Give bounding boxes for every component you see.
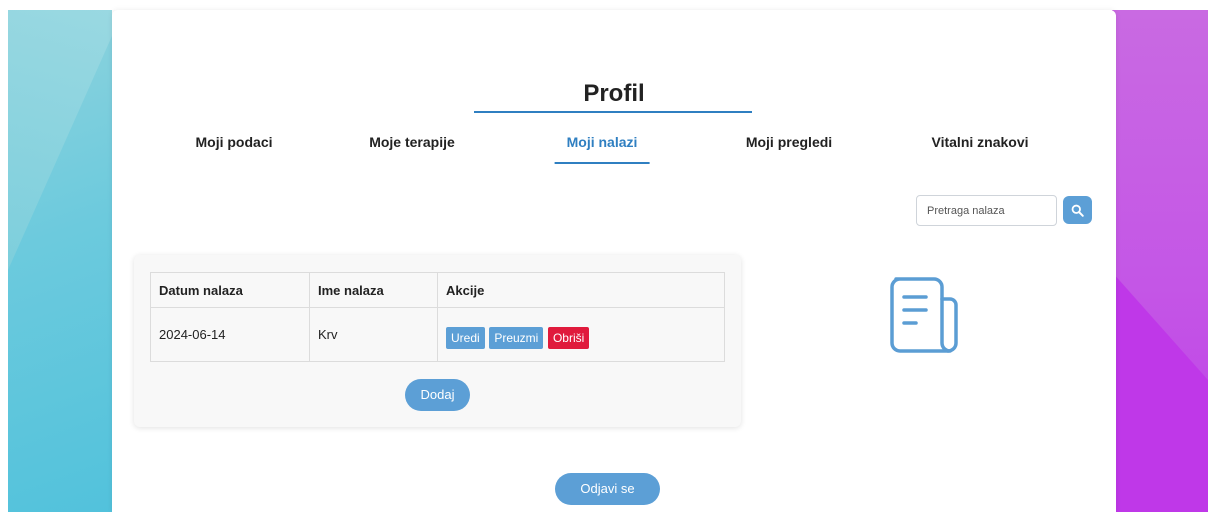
results-panel: Datum nalaza Ime nalaza Akcije 2024-06-1… xyxy=(134,255,741,427)
table-row: 2024-06-14 Krv Uredi Preuzmi Obriši xyxy=(150,307,725,362)
column-header-name: Ime nalaza xyxy=(309,272,438,308)
column-header-actions: Akcije xyxy=(437,272,725,308)
tab-moji-podaci[interactable]: Moji podaci xyxy=(196,134,273,150)
page-title: Profil xyxy=(583,80,645,107)
cell-date: 2024-06-14 xyxy=(150,307,310,362)
tab-moji-pregledi[interactable]: Moji pregledi xyxy=(746,134,832,150)
logout-button[interactable]: Odjavi se xyxy=(555,473,660,505)
delete-button[interactable]: Obriši xyxy=(547,326,590,349)
results-table: Datum nalaza Ime nalaza Akcije 2024-06-1… xyxy=(150,272,725,362)
title-underline xyxy=(474,111,752,113)
cell-actions: Uredi Preuzmi Obriši xyxy=(437,307,725,362)
tab-moje-terapije[interactable]: Moje terapije xyxy=(369,134,455,150)
tab-vitalni-znakovi[interactable]: Vitalni znakovi xyxy=(932,134,1029,150)
search-icon xyxy=(1071,204,1084,217)
background-left-gradient xyxy=(8,10,112,512)
tab-moji-nalazi[interactable]: Moji nalazi xyxy=(554,134,650,164)
search-button[interactable] xyxy=(1063,196,1092,224)
profile-tabs: Moji podaci Moje terapije Moji nalazi Mo… xyxy=(112,134,1116,174)
document-icon xyxy=(890,277,958,353)
cell-name: Krv xyxy=(309,307,438,362)
add-button[interactable]: Dodaj xyxy=(405,379,470,411)
edit-button[interactable]: Uredi xyxy=(446,326,485,349)
download-button[interactable]: Preuzmi xyxy=(489,326,544,349)
column-header-date: Datum nalaza xyxy=(150,272,310,308)
table-header-row: Datum nalaza Ime nalaza Akcije xyxy=(150,272,725,308)
background-right-gradient xyxy=(1112,10,1208,512)
search-input[interactable] xyxy=(916,195,1057,226)
profile-card: Profil Moji podaci Moje terapije Moji na… xyxy=(112,10,1116,512)
